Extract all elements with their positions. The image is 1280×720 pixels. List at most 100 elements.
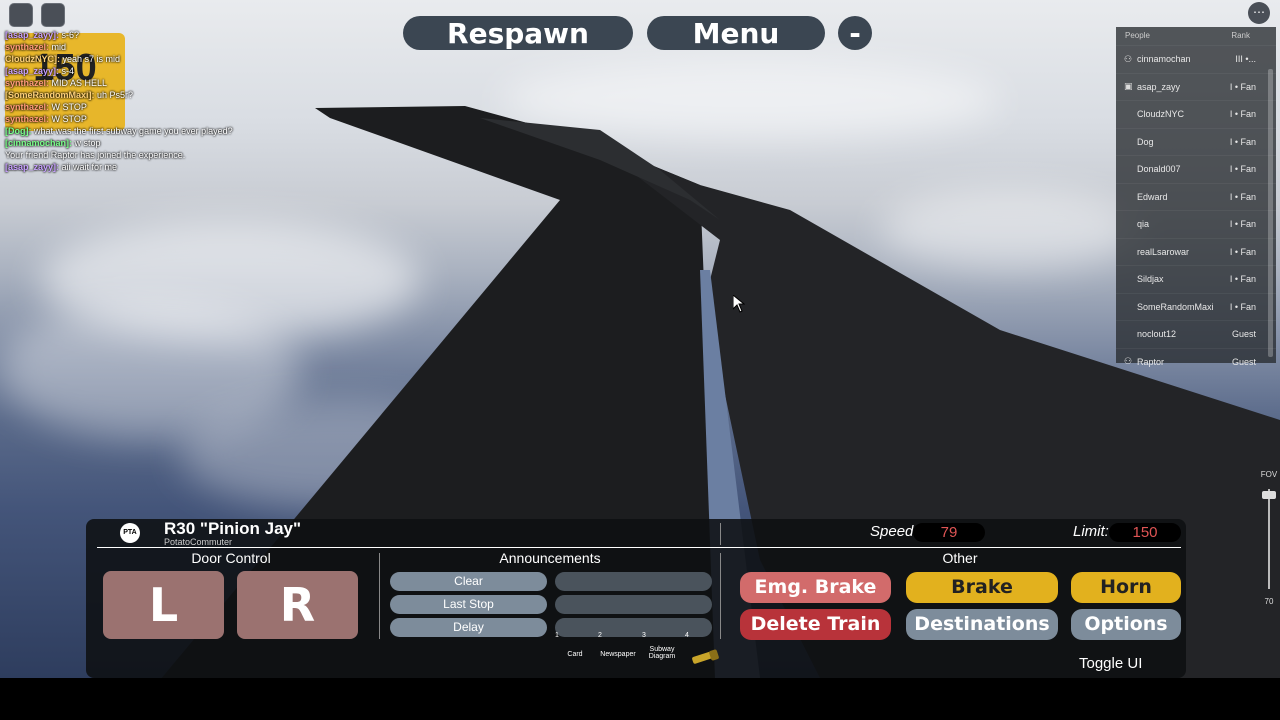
hotbar-slot-number: 1 xyxy=(555,632,559,639)
player-rank: I • Fan xyxy=(1229,246,1256,257)
player-name-cell: Edward xyxy=(1124,192,1168,202)
chat-message: CloudzNYC]: yeah s7 is mid xyxy=(5,53,265,65)
chat-text: W STOP xyxy=(51,102,87,112)
toggle-ui-button[interactable]: Toggle UI xyxy=(1079,655,1142,672)
player-row[interactable]: Dog I • Fan xyxy=(1116,127,1276,156)
fov-track[interactable] xyxy=(1262,489,1276,589)
player-name: cinnamochan xyxy=(1137,54,1191,65)
respawn-button[interactable]: Respawn xyxy=(403,16,633,50)
player-name: qia xyxy=(1137,219,1150,230)
menu-button[interactable]: Menu xyxy=(647,16,825,50)
chat-username[interactable]: [Dog]: xyxy=(5,126,32,136)
player-name: Edward xyxy=(1137,191,1168,202)
player-row[interactable]: realLsarowar I • Fan xyxy=(1116,237,1276,266)
player-name-cell: Sildjax xyxy=(1124,274,1164,284)
player-row[interactable]: SomeRandomMaxi I • Fan xyxy=(1116,292,1276,321)
chat-toggle-icon[interactable] xyxy=(41,3,65,27)
emergency-brake-button[interactable]: Emg. Brake xyxy=(740,572,891,603)
fov-knob[interactable] xyxy=(1262,491,1276,499)
announce-last-stop-button[interactable]: Last Stop xyxy=(390,595,547,614)
player-name-cell: CloudzNYC xyxy=(1124,109,1184,119)
hotbar-slot-flashlight[interactable]: 4 xyxy=(684,632,726,676)
player-row[interactable]: ▣ asap_zayy I • Fan xyxy=(1116,72,1276,101)
player-name: noclout12 xyxy=(1137,329,1177,340)
player-rank: I • Fan xyxy=(1229,81,1256,92)
friends-icon: ⚇ xyxy=(1124,356,1133,367)
chat-message: synthazel: MID AS HELL xyxy=(5,77,265,89)
announce-empty-slot[interactable] xyxy=(555,595,712,614)
chat-username[interactable]: synthazel: xyxy=(5,102,49,112)
chat-text: W STOP xyxy=(51,114,87,124)
door-right-button[interactable]: R xyxy=(237,571,358,639)
announce-delay-button[interactable]: Delay xyxy=(390,618,547,637)
chat-username[interactable]: synthazel: xyxy=(5,114,49,124)
player-list-scrollbar[interactable] xyxy=(1268,69,1273,357)
pta-logo: PTA xyxy=(120,523,140,543)
chat-username[interactable]: [cinnamochan]: xyxy=(5,138,72,148)
hotbar-slot-label: Card xyxy=(567,651,583,658)
chat-username[interactable]: [asap_zayy]: xyxy=(5,162,59,172)
brake-button[interactable]: Brake xyxy=(906,572,1058,603)
player-row[interactable]: ⚇ cinnamochan III •... xyxy=(1116,45,1276,73)
chat-username[interactable]: synthazel: xyxy=(5,78,49,88)
fov-slider[interactable]: FOV 70 xyxy=(1258,470,1280,606)
options-button[interactable]: Options xyxy=(1071,609,1181,640)
door-left-button[interactable]: L xyxy=(103,571,224,639)
minimize-button[interactable]: - xyxy=(838,16,872,50)
delete-train-button[interactable]: Delete Train xyxy=(740,609,891,640)
destinations-button[interactable]: Destinations xyxy=(906,609,1058,640)
player-name-cell: ▣ asap_zayy xyxy=(1124,81,1180,92)
player-row[interactable]: CloudzNYC I • Fan xyxy=(1116,100,1276,128)
mouse-cursor-icon xyxy=(733,295,745,313)
chat-text: MID AS HELL xyxy=(51,78,108,88)
player-row[interactable]: ⚇ Raptor Guest xyxy=(1116,347,1276,376)
player-row[interactable]: Sildjax I • Fan xyxy=(1116,265,1276,293)
chat-username[interactable]: synthazel: xyxy=(5,42,49,52)
hotbar-slot-card[interactable]: 1 Card xyxy=(554,632,596,676)
chat-text: mid xyxy=(51,42,67,52)
player-row[interactable]: noclout12 Guest xyxy=(1116,320,1276,348)
player-rank: I • Fan xyxy=(1229,164,1256,175)
limit-label: Limit: xyxy=(1073,523,1109,540)
player-rank: Guest xyxy=(1231,356,1256,367)
chat-username[interactable]: CloudzNYC]: xyxy=(5,54,60,64)
hotbar-slot-number: 3 xyxy=(642,632,646,639)
more-options-icon[interactable]: ⋯ xyxy=(1248,2,1270,24)
chat-text: Your friend Raptor has joined the experi… xyxy=(5,150,186,160)
chat-message: synthazel: W STOP xyxy=(5,101,265,113)
player-row[interactable]: Edward I • Fan xyxy=(1116,182,1276,211)
train-operator: PotatoCommuter xyxy=(164,537,233,547)
train-title: R30 "Pinion Jay" xyxy=(164,519,302,538)
player-name: Donald007 xyxy=(1137,164,1181,175)
people-header: People xyxy=(1125,31,1150,40)
hotbar-slot-subway-diagram[interactable]: 3 Subway Diagram xyxy=(641,632,683,676)
chat-username[interactable]: [SomeRandomMaxi]: xyxy=(5,90,95,100)
roblox-menu-icon[interactable] xyxy=(9,3,33,27)
player-name-cell: noclout12 xyxy=(1124,329,1176,339)
player-name-cell: ⚇ Raptor xyxy=(1124,356,1164,367)
player-name: CloudzNYC xyxy=(1137,109,1185,120)
horn-button[interactable]: Horn xyxy=(1071,572,1181,603)
chat-username[interactable]: [asap_zayy]: xyxy=(5,66,59,76)
hotbar-slot-newspaper[interactable]: 2 Newspaper xyxy=(597,632,639,676)
chat-username[interactable]: [asap_zayy]: xyxy=(5,30,59,40)
chat-message: Your friend Raptor has joined the experi… xyxy=(5,149,265,161)
player-rank: III •... xyxy=(1235,54,1256,65)
hotbar-slot-number: 2 xyxy=(598,632,602,639)
speed-value: 79 xyxy=(913,523,985,542)
door-control-heading: Door Control xyxy=(191,550,271,566)
player-rank: I • Fan xyxy=(1229,301,1256,312)
chat-message: [asap_zayy]: aii wait for me xyxy=(5,161,265,173)
announcements-heading: Announcements xyxy=(499,550,601,566)
player-name: realLsarowar xyxy=(1137,246,1190,257)
player-row[interactable]: qia I • Fan xyxy=(1116,210,1276,238)
player-list-header: People Rank xyxy=(1116,27,1276,45)
player-rank: I • Fan xyxy=(1229,109,1256,120)
player-row[interactable]: Donald007 I • Fan xyxy=(1116,155,1276,183)
announce-empty-slot[interactable] xyxy=(555,572,712,591)
fov-label: FOV xyxy=(1260,470,1278,479)
announce-clear-button[interactable]: Clear xyxy=(390,572,547,591)
hotbar-slot-label: Subway Diagram xyxy=(648,646,676,660)
player-rank: I • Fan xyxy=(1229,219,1256,230)
chat-text: aii wait for me xyxy=(61,162,118,172)
